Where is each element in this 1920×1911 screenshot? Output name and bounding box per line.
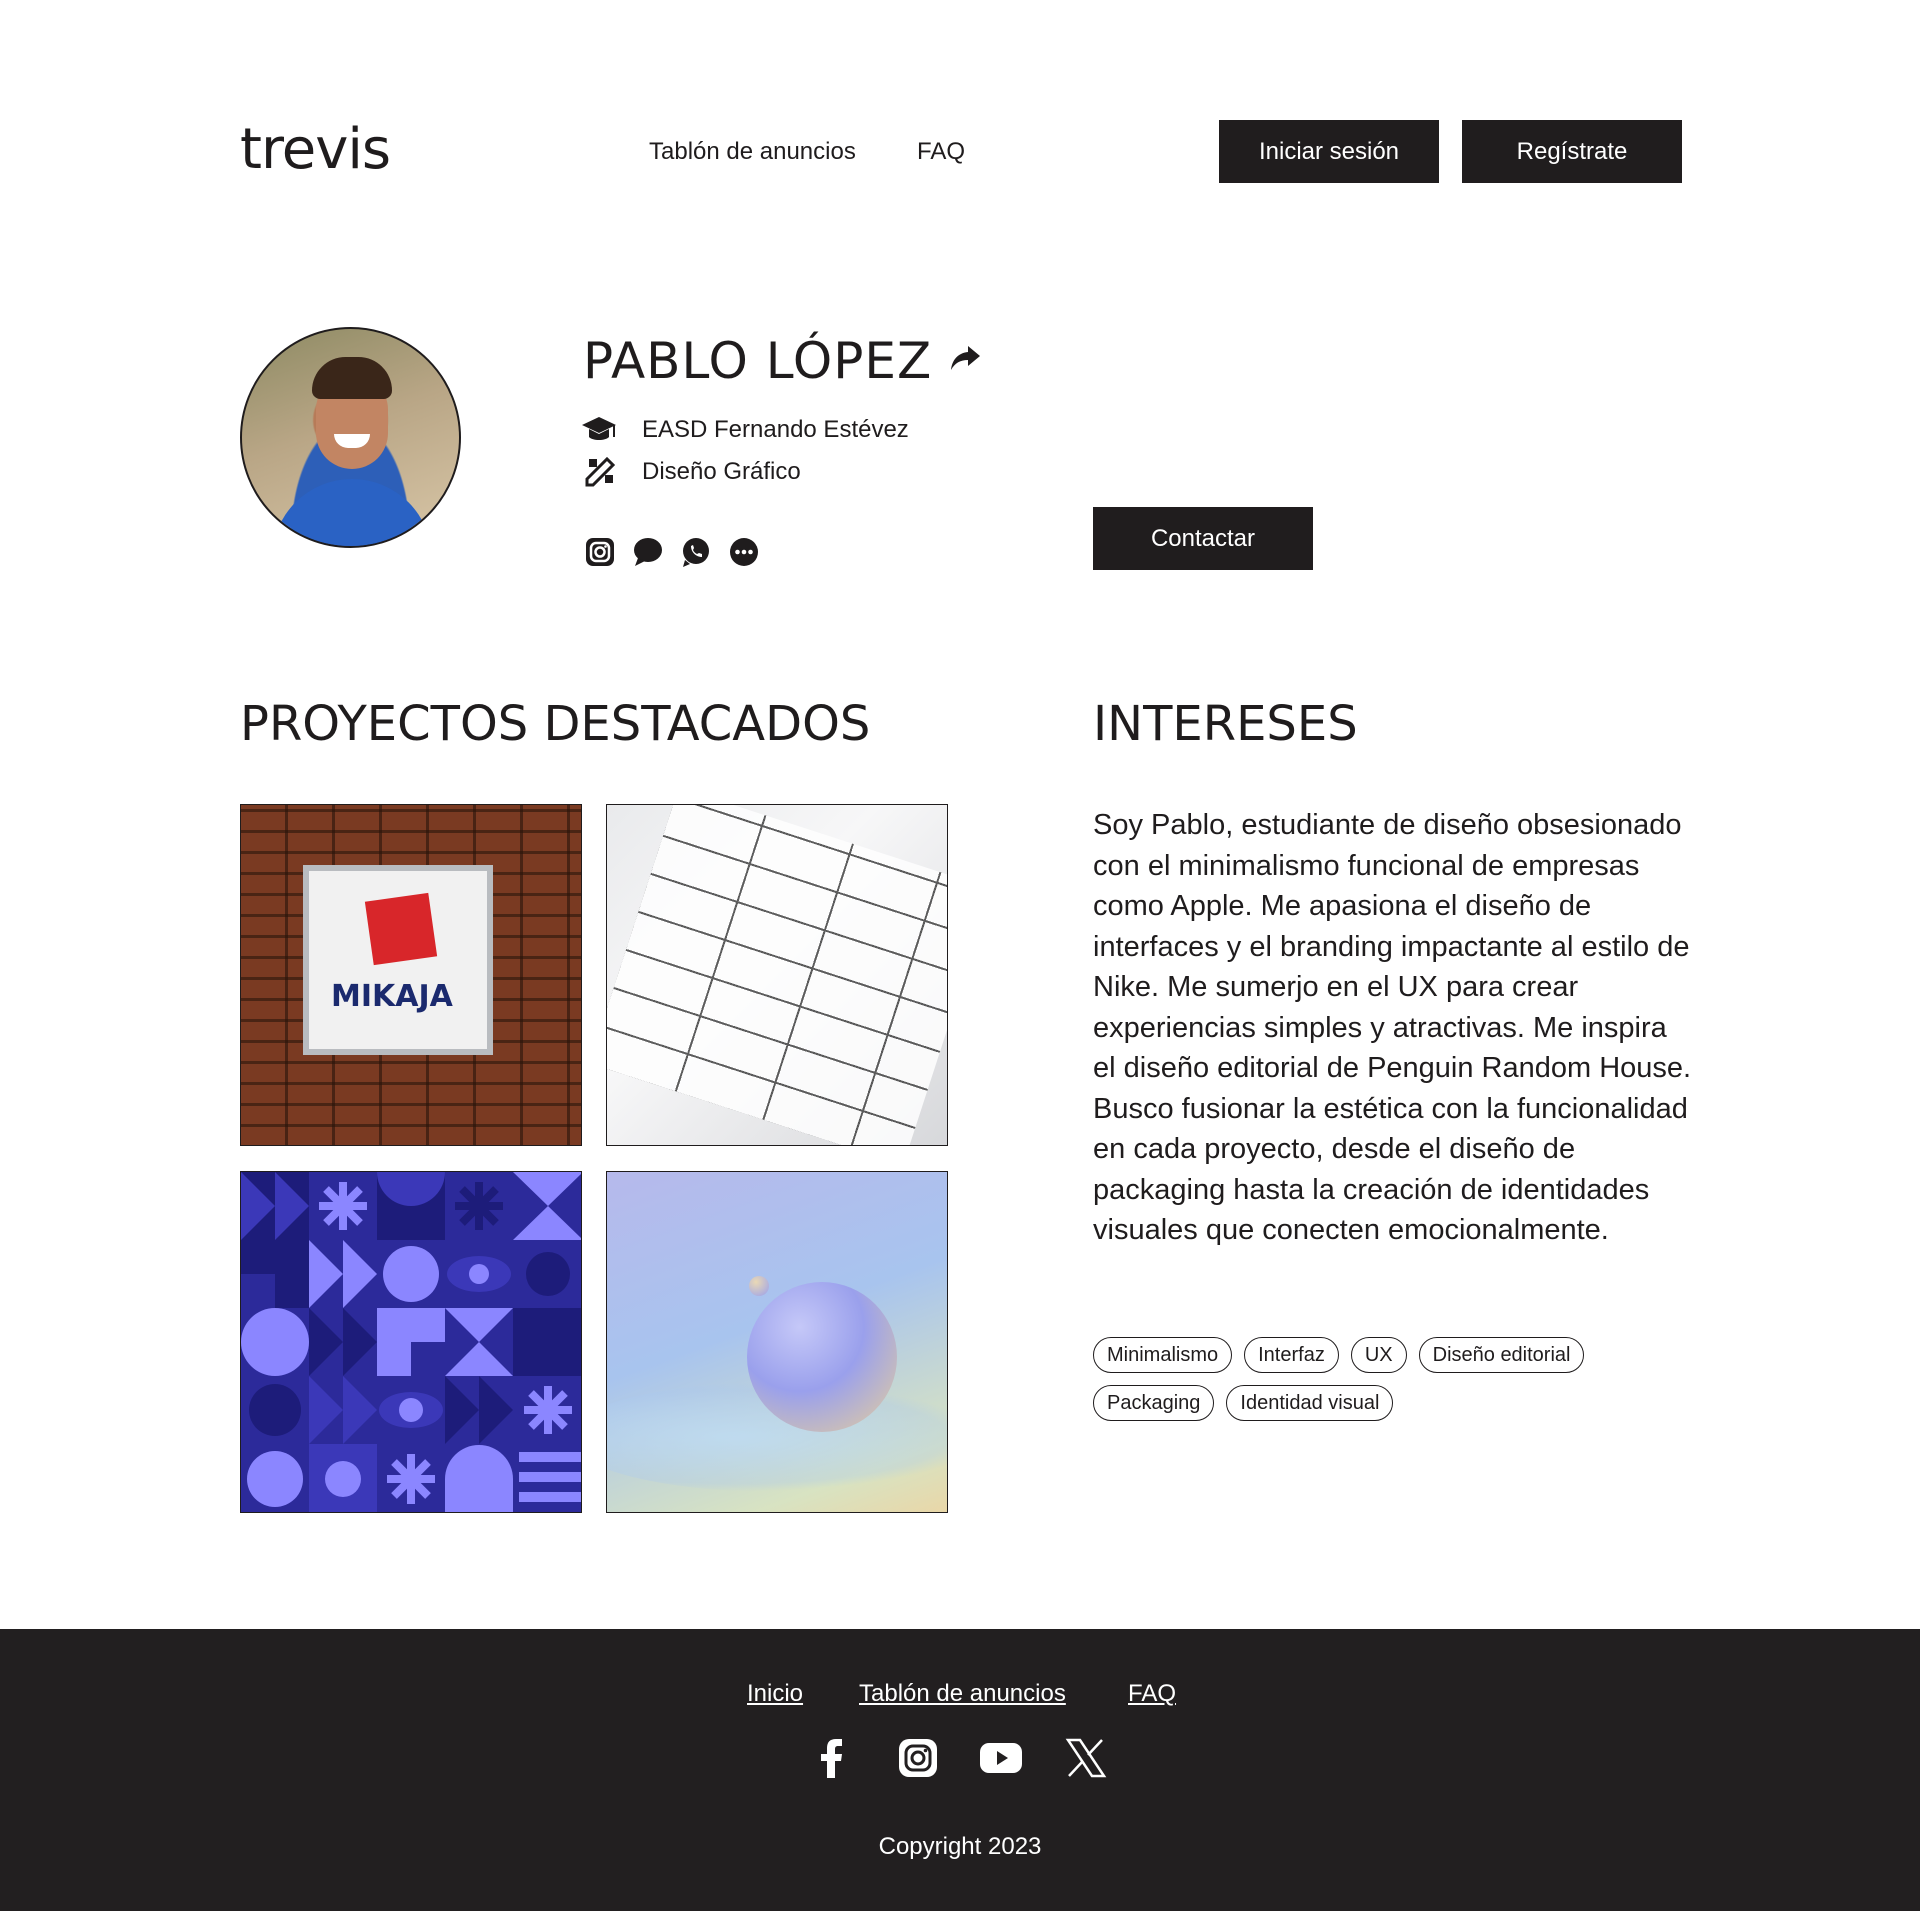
profile-field: Diseño Gráfico bbox=[642, 458, 801, 485]
geometric-pattern bbox=[241, 1172, 581, 1512]
site-footer bbox=[0, 1629, 1920, 1911]
orb-large bbox=[747, 1282, 897, 1432]
whatsapp-icon[interactable] bbox=[680, 536, 712, 568]
tag[interactable]: Minimalismo bbox=[1093, 1337, 1233, 1373]
orb-small bbox=[749, 1276, 769, 1296]
contact-button[interactable]: Contactar bbox=[1093, 507, 1313, 570]
projects-title: PROYECTOS DESTACADOS bbox=[240, 696, 871, 752]
tag[interactable]: UX bbox=[1350, 1337, 1407, 1373]
mikaja-sign: MIKAJA bbox=[303, 865, 493, 1055]
copyright-text: Copyright 2023 bbox=[878, 1833, 1042, 1860]
footer-link-faq[interactable]: FAQ bbox=[1128, 1678, 1176, 1710]
nav-link-tablon[interactable]: Tablón de anuncios bbox=[649, 136, 856, 168]
register-button[interactable]: Regístrate bbox=[1462, 120, 1682, 183]
facebook-icon[interactable] bbox=[810, 1736, 854, 1780]
graduation-cap-icon bbox=[582, 417, 616, 440]
project-card-mikaja[interactable]: MIKAJA bbox=[240, 804, 582, 1146]
nav-link-faq[interactable]: FAQ bbox=[917, 136, 965, 168]
tag[interactable]: Identidad visual bbox=[1226, 1385, 1394, 1421]
footer-link-tablon[interactable]: Tablón de anuncios bbox=[859, 1678, 1066, 1710]
instagram-icon[interactable] bbox=[584, 536, 616, 568]
interests-title: INTERESES bbox=[1093, 696, 1358, 752]
chat-icon[interactable] bbox=[632, 536, 664, 568]
avatar-hair bbox=[312, 357, 392, 399]
tag[interactable]: Diseño editorial bbox=[1418, 1337, 1585, 1373]
profile-school: EASD Fernando Estévez bbox=[642, 416, 909, 443]
project-card-pattern[interactable] bbox=[240, 1171, 582, 1513]
mikaja-logo-mark bbox=[364, 892, 438, 966]
interests-bio: Soy Pablo, estudiante de diseño obsesion… bbox=[1093, 809, 1692, 1246]
avatar bbox=[240, 327, 461, 548]
mikaja-sign-text: MIKAJA bbox=[331, 979, 453, 1014]
youtube-icon[interactable] bbox=[979, 1736, 1023, 1780]
tag[interactable]: Packaging bbox=[1093, 1385, 1215, 1421]
wireframe-sketch bbox=[607, 805, 947, 1145]
design-tools-icon bbox=[585, 456, 616, 487]
interest-tags: Minimalismo Interfaz UX Diseño editorial… bbox=[1093, 1337, 1693, 1421]
instagram-icon[interactable] bbox=[896, 1736, 940, 1780]
share-icon[interactable] bbox=[948, 343, 982, 373]
tag[interactable]: Interfaz bbox=[1244, 1337, 1339, 1373]
more-icon[interactable] bbox=[728, 536, 760, 568]
x-icon[interactable] bbox=[1064, 1736, 1108, 1780]
project-card-3d-orb[interactable] bbox=[606, 1171, 948, 1513]
footer-link-inicio[interactable]: Inicio bbox=[747, 1678, 803, 1710]
avatar-shirt bbox=[272, 479, 432, 546]
logo[interactable]: trevis bbox=[240, 118, 391, 182]
project-card-wireframe[interactable] bbox=[606, 804, 948, 1146]
site-header: trevis Tablón de anuncios FAQ Iniciar se… bbox=[0, 0, 1920, 300]
profile-name: PABLO LÓPEZ bbox=[583, 332, 933, 390]
login-button[interactable]: Iniciar sesión bbox=[1219, 120, 1439, 183]
